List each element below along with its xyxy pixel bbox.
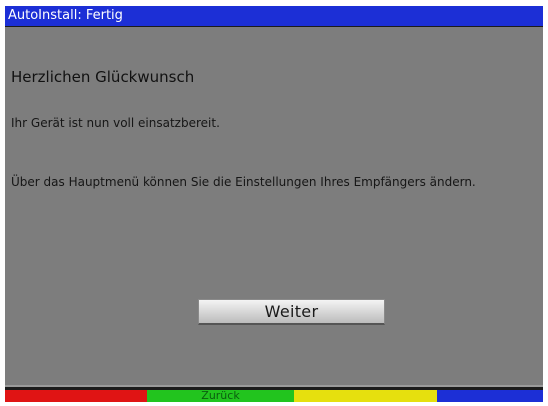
page-heading: Herzlichen Glückwunsch	[11, 68, 195, 86]
yellow-key[interactable]	[294, 390, 437, 402]
ready-message: Ihr Gerät ist nun voll einsatzbereit.	[11, 116, 220, 130]
title-bar: AutoInstall: Fertig	[5, 6, 543, 26]
red-key[interactable]	[5, 390, 147, 402]
color-key-bar: Zurück	[5, 390, 543, 402]
window-title: AutoInstall: Fertig	[8, 8, 123, 23]
green-key-label: Zurück	[201, 390, 240, 402]
blue-key[interactable]	[437, 390, 543, 402]
content-panel: Herzlichen Glückwunsch Ihr Gerät ist nun…	[5, 27, 543, 387]
tv-screen: AutoInstall: Fertig Herzlichen Glückwuns…	[5, 6, 543, 402]
weiter-button[interactable]: Weiter	[198, 299, 385, 325]
main-menu-hint: Über das Hauptmenü können Sie die Einste…	[11, 175, 476, 189]
weiter-button-label: Weiter	[264, 302, 319, 321]
green-key-back[interactable]: Zurück	[147, 390, 294, 402]
